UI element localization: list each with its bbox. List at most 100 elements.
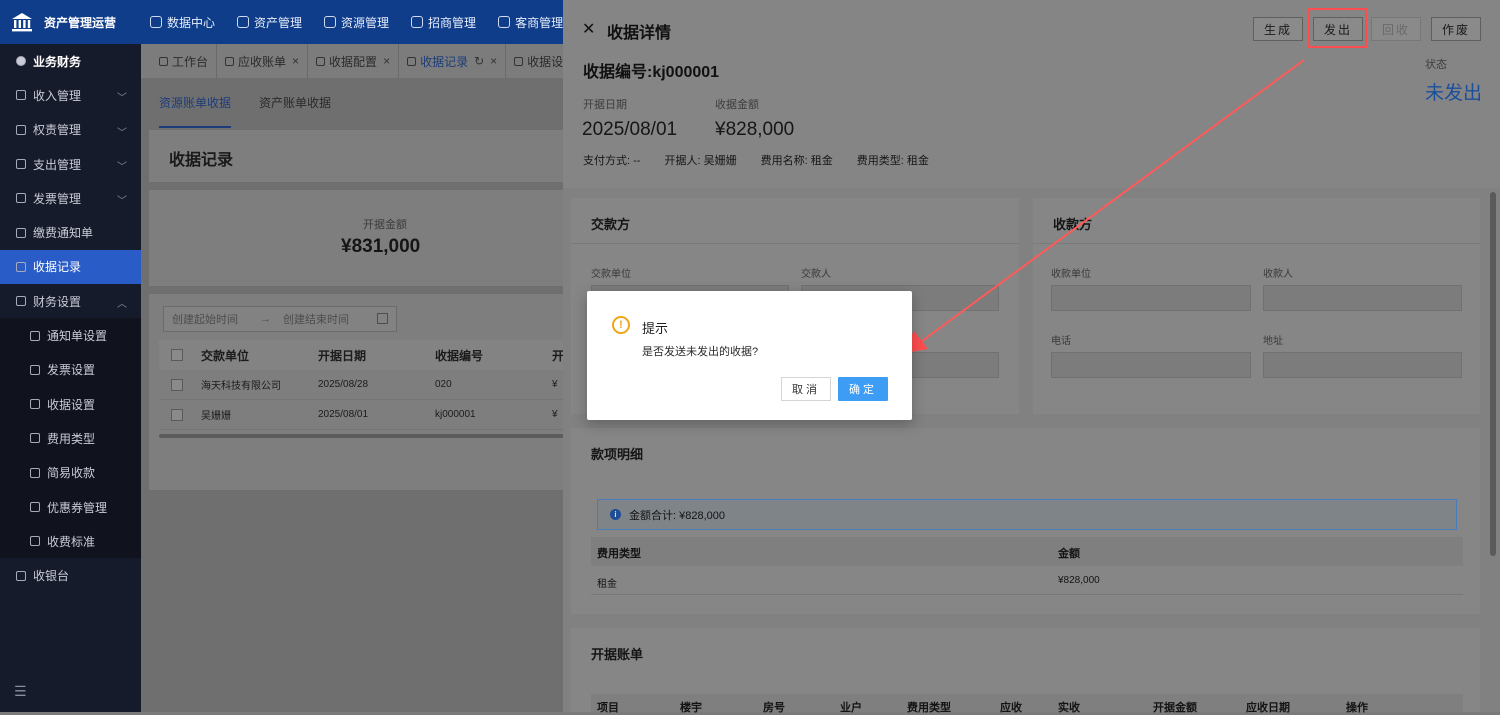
payee-phone-field[interactable] xyxy=(1051,352,1251,378)
payee-card: 收款方 收款单位 收款人 电话 地址 xyxy=(1033,198,1480,414)
tab-receipt-records[interactable]: 收据记录 ↻ × xyxy=(399,44,507,78)
horizontal-scrollbar[interactable] xyxy=(159,434,569,438)
row-checkbox[interactable] xyxy=(171,378,183,391)
sidebar-item[interactable]: 收入管理 ﹀ xyxy=(0,78,141,112)
total-amount-alert: i 金额合计: ¥828,000 xyxy=(597,499,1457,530)
dialog-message: 是否发送未发出的收据? xyxy=(642,346,759,358)
sidebar-item[interactable]: 收据记录 xyxy=(0,249,141,285)
sidebar-item-label: 简易收款 xyxy=(47,466,96,481)
collapse-menu-icon[interactable]: ☰ xyxy=(14,683,27,700)
sidebar-item[interactable]: 收费标准 xyxy=(0,524,141,559)
sidebar-item-label: 缴费通知单 xyxy=(33,226,94,241)
sidebar: 业务财务收入管理 ﹀ 权责管理 ﹀ 支出管理 ﹀ 发票管理 ﹀ 缴费通知单收据记录 财务设置 ︿ 通知… xyxy=(0,44,141,712)
sidebar-item-label: 优惠券管理 xyxy=(47,500,108,515)
recall-button[interactable]: 回收 xyxy=(1371,17,1421,41)
subtab-resource-receipt[interactable]: 资源账单收据 xyxy=(159,78,232,128)
sidebar-item[interactable]: 通知单设置 xyxy=(0,318,141,353)
sidebar-item[interactable]: 收银台 xyxy=(0,558,141,592)
column-header[interactable]: 交款单位 xyxy=(201,347,318,364)
date-start-input[interactable]: 创建起始时间 xyxy=(172,311,238,327)
table-row[interactable]: 吴姗姗 2025/08/01 kj000001 ¥ xyxy=(159,400,569,430)
cancel-button[interactable]: 取消 xyxy=(781,377,831,401)
topnav-asset-management[interactable]: 资产管理 xyxy=(237,14,302,31)
vertical-scrollbar[interactable] xyxy=(1490,192,1496,556)
kpi-value: ¥831,000 xyxy=(341,236,421,257)
kpi-label: 开据金额 xyxy=(363,219,407,231)
date-end-input[interactable]: 创建结束时间 xyxy=(283,311,349,327)
void-button[interactable]: 作废 xyxy=(1431,17,1481,41)
column-header: 费用类型 xyxy=(907,702,951,714)
refresh-icon[interactable]: ↻ xyxy=(474,54,484,68)
sidebar-item[interactable]: 费用类型 xyxy=(0,421,141,456)
sidebar-item-label: 业务财务 xyxy=(33,54,82,69)
receipt-type-tabs: 资源账单收据 资产账单收据 xyxy=(149,78,569,128)
bill-card-title: 开据账单 xyxy=(591,647,644,662)
sidebar-item[interactable]: 收据设置 xyxy=(0,386,141,422)
subtab-asset-receipt[interactable]: 资产账单收据 xyxy=(259,78,331,128)
payee-person-field[interactable] xyxy=(1263,285,1462,311)
payer-person-label: 交款人 xyxy=(801,269,831,280)
user-icon xyxy=(498,16,511,28)
amount-value: ¥828,000 xyxy=(715,119,795,140)
sidebar-item[interactable]: 财务设置 ︿ xyxy=(0,284,141,318)
table-cell: 海天科技有限公司 xyxy=(201,381,281,392)
close-icon[interactable]: × xyxy=(292,54,299,68)
table-cell: kj000001 xyxy=(435,409,476,420)
sidebar-item-label: 收银台 xyxy=(33,569,70,584)
column-header: 房号 xyxy=(763,702,785,714)
sidebar-item[interactable]: 业务财务 xyxy=(0,44,141,78)
date-range-picker[interactable]: 创建起始时间 → 创建结束时间 xyxy=(163,306,397,332)
sidebar-item[interactable]: 权责管理 ﹀ xyxy=(0,113,141,147)
table-row[interactable]: 海天科技有限公司 2025/08/28 020 ¥ xyxy=(159,370,569,400)
menu-icon xyxy=(30,502,40,512)
app-logo[interactable]: 资产管理运营 xyxy=(10,8,140,36)
menu-icon xyxy=(16,193,26,204)
topnav-client-management[interactable]: 客商管理 xyxy=(498,14,563,31)
sidebar-item[interactable]: 简易收款 xyxy=(0,455,141,490)
menu-icon xyxy=(16,570,26,581)
details-table-header: 费用类型 金额 xyxy=(591,537,1463,566)
select-all-checkbox[interactable] xyxy=(171,349,183,361)
issuer: 开据人: 吴姗姗 xyxy=(664,155,737,167)
menu-icon xyxy=(16,124,26,135)
menu-icon xyxy=(16,56,26,67)
column-header[interactable]: 开据日期 xyxy=(318,347,435,364)
sidebar-item[interactable]: 缴费通知单 xyxy=(0,215,141,249)
tag-icon xyxy=(411,16,424,28)
sidebar-item[interactable]: 优惠券管理 xyxy=(0,489,141,525)
menu-icon xyxy=(30,364,40,375)
chevron-icon: ︿ xyxy=(117,299,127,311)
tab-receipt-config[interactable]: 收据配置 × xyxy=(308,44,400,78)
sidebar-item-label: 发票管理 xyxy=(33,191,82,206)
payee-address-field[interactable] xyxy=(1263,352,1462,378)
issue-date-value: 2025/08/01 xyxy=(582,119,678,140)
tab-receivables[interactable]: 应收账单 × xyxy=(217,44,309,78)
topnav-resource-management[interactable]: 资源管理 xyxy=(324,14,389,31)
sidebar-item[interactable]: 发票管理 ﹀ xyxy=(0,181,141,215)
sidebar-item[interactable]: 发票设置 xyxy=(0,352,141,387)
confirm-button[interactable]: 确定 xyxy=(838,377,888,401)
payee-unit-field[interactable] xyxy=(1051,285,1251,311)
table-cell: ¥828,000 xyxy=(1058,575,1100,586)
calendar-icon[interactable] xyxy=(377,313,388,324)
generate-button[interactable]: 生成 xyxy=(1253,17,1303,41)
tab-workbench[interactable]: 工作台 xyxy=(151,44,218,78)
table-cell: 吴姗姗 xyxy=(201,411,231,422)
topnav-data-center[interactable]: 数据中心 xyxy=(150,14,215,31)
close-icon[interactable]: ✕ xyxy=(582,19,595,39)
dialog-title: 提示 xyxy=(642,321,669,336)
payer-card-title: 交款方 xyxy=(591,217,631,232)
table-cell: 2025/08/28 xyxy=(318,379,369,390)
sidebar-item-label: 收据设置 xyxy=(47,397,96,412)
sidebar-item-label: 权责管理 xyxy=(33,123,82,138)
close-icon[interactable]: × xyxy=(490,54,497,68)
row-checkbox[interactable] xyxy=(171,408,183,421)
topnav-leasing-management[interactable]: 招商管理 xyxy=(411,14,476,31)
column-header: 开据金额 xyxy=(1153,702,1197,714)
close-icon[interactable]: × xyxy=(383,54,390,68)
config-icon xyxy=(316,56,326,66)
sidebar-item[interactable]: 支出管理 ﹀ xyxy=(0,147,141,181)
column-header: 应收 xyxy=(1000,702,1022,714)
column-header[interactable]: 收据编号 xyxy=(435,347,552,364)
menu-icon xyxy=(16,90,26,101)
